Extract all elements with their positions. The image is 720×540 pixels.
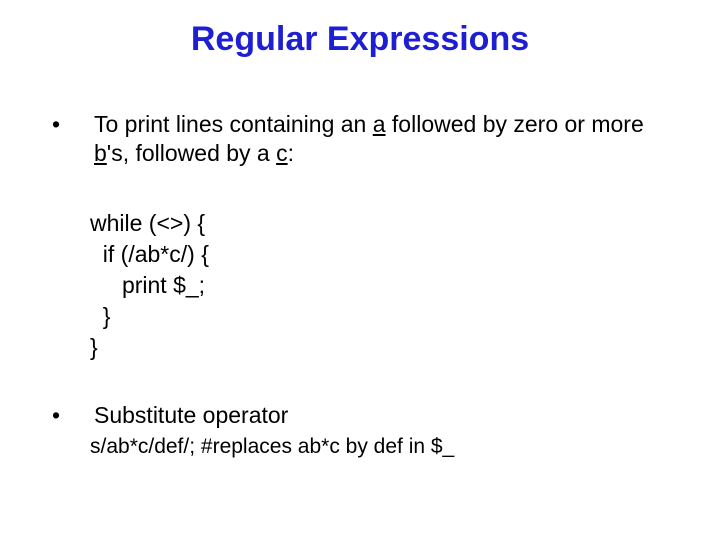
code-block: while (<>) { if (/ab*c/) { print $_; } }	[90, 208, 672, 363]
bullet-item-2: • Substitute operator	[48, 401, 672, 430]
bullet-dot-icon: •	[48, 401, 94, 430]
bullet1-c: c	[276, 140, 288, 166]
bullet-item-1: • To print lines containing an a followe…	[48, 110, 672, 168]
slide-title: Regular Expressions	[0, 20, 720, 59]
code-line-3: print $_;	[90, 272, 205, 298]
bullet-2-text: Substitute operator	[94, 401, 672, 430]
slide: Regular Expressions • To print lines con…	[0, 0, 720, 540]
code-line-2: if (/ab*c/) {	[90, 241, 209, 267]
bullet1-b: b	[94, 140, 107, 166]
sub-line: s/ab*c/def/; #replaces ab*c by def in $_	[90, 435, 672, 459]
bullet-dot-icon: •	[48, 110, 94, 139]
bullet1-mid1: followed by zero or more	[386, 111, 644, 137]
bullet1-post: :	[288, 140, 294, 166]
bullet1-a: a	[373, 111, 386, 137]
bullet-1-text: To print lines containing an a followed …	[94, 110, 672, 168]
bullet1-pre: To print lines containing an	[94, 111, 373, 137]
slide-body: • To print lines containing an a followe…	[48, 110, 672, 459]
bullet1-mid2: 's, followed by a	[107, 140, 276, 166]
code-line-1: while (<>) {	[90, 210, 205, 236]
code-line-4: }	[90, 303, 110, 329]
code-line-5: }	[90, 334, 98, 360]
